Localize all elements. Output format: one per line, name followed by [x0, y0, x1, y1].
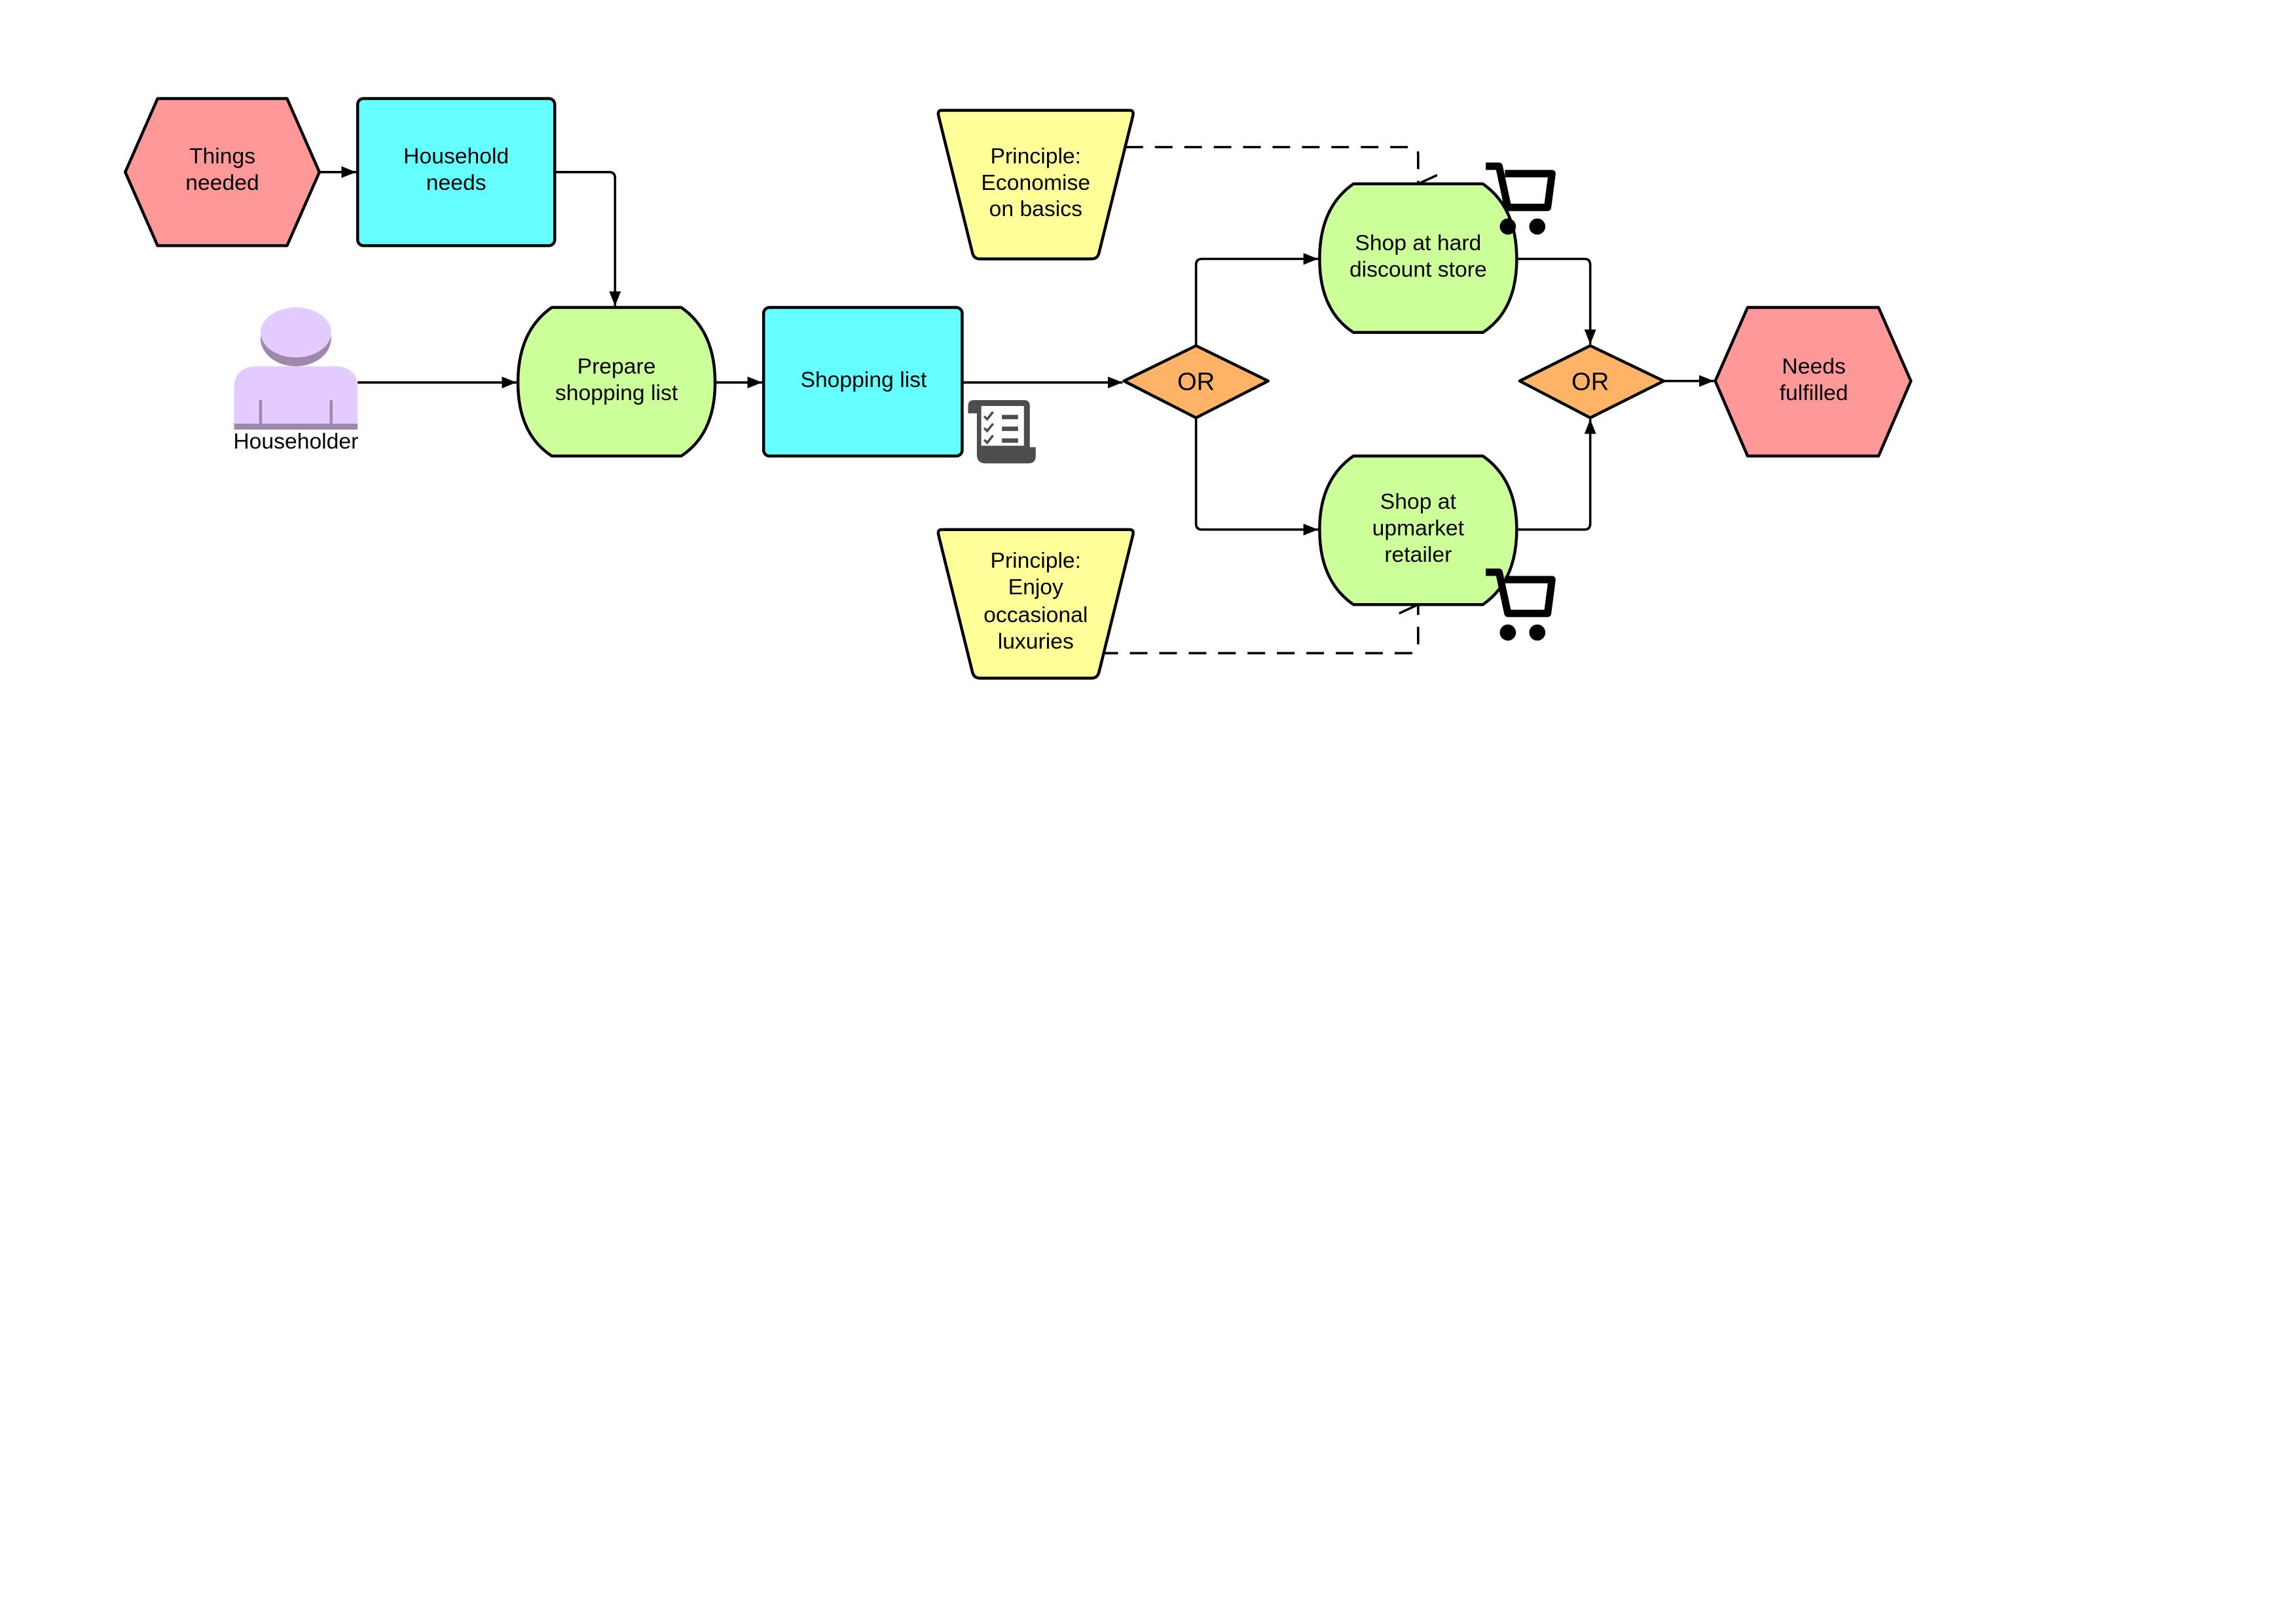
householder-label: Householder [233, 430, 358, 454]
function-shop-hard-discount[interactable]: Shop at hard discount store [1318, 182, 1518, 334]
or-split-connector[interactable]: OR [1122, 344, 1270, 420]
event-needs-fulfilled[interactable]: Needs fulfilled [1714, 306, 1913, 458]
edge-or-to-upmarket [1194, 417, 1319, 536]
edge-principle-basics [1125, 145, 1418, 184]
info-shopping-list[interactable]: Shopping list [762, 306, 964, 458]
label: fulfilled [1780, 381, 1848, 405]
label: Needs [1782, 355, 1845, 379]
label: Household [403, 144, 509, 168]
label: shopping list [555, 381, 678, 405]
label: upmarket [1372, 517, 1465, 541]
label: luxuries [998, 630, 1074, 654]
event-things-needed[interactable]: Things needed [124, 97, 321, 248]
householder[interactable]: Householder [233, 307, 358, 454]
principle-enjoy-occasional-luxuries[interactable]: Principle: Enjoy occasional luxuries [936, 528, 1135, 680]
label: Shopping list [800, 368, 927, 392]
or-join-connector[interactable]: OR [1518, 344, 1666, 420]
label: Shop at [1380, 490, 1457, 514]
edge-discount-to-or [1516, 257, 1596, 344]
epc-diagram: Things needed Household needs Householde… [124, 97, 1913, 680]
person-icon [234, 307, 358, 430]
label: Things [189, 144, 255, 168]
label: occasional [983, 603, 1088, 627]
label: OR [1177, 367, 1215, 396]
function-shop-upmarket[interactable]: Shop at upmarket retailer [1318, 454, 1518, 606]
label: on basics [989, 197, 1082, 221]
label: Shop at hard [1355, 231, 1481, 255]
label: Economise [981, 171, 1090, 195]
label: retailer [1384, 543, 1452, 567]
label: needs [426, 171, 487, 195]
label: Prepare [578, 355, 656, 379]
label: Enjoy [1008, 576, 1063, 600]
edge-household-to-prepare [555, 171, 621, 306]
label: OR [1571, 367, 1609, 396]
label: Principle: [990, 549, 1081, 573]
function-prepare-shopping-list[interactable]: Prepare shopping list [516, 306, 717, 458]
edge-or-to-discount [1194, 253, 1319, 346]
label: discount store [1349, 257, 1487, 282]
label: needed [185, 171, 259, 195]
label: Principle: [990, 144, 1081, 168]
edge-upmarket-to-or [1516, 419, 1596, 531]
info-household-needs[interactable]: Household needs [356, 97, 557, 248]
edge-principle-luxuries [1100, 604, 1418, 655]
checklist-document-icon [968, 400, 1036, 464]
principle-economise-on-basics[interactable]: Principle: Economise on basics [936, 109, 1135, 261]
